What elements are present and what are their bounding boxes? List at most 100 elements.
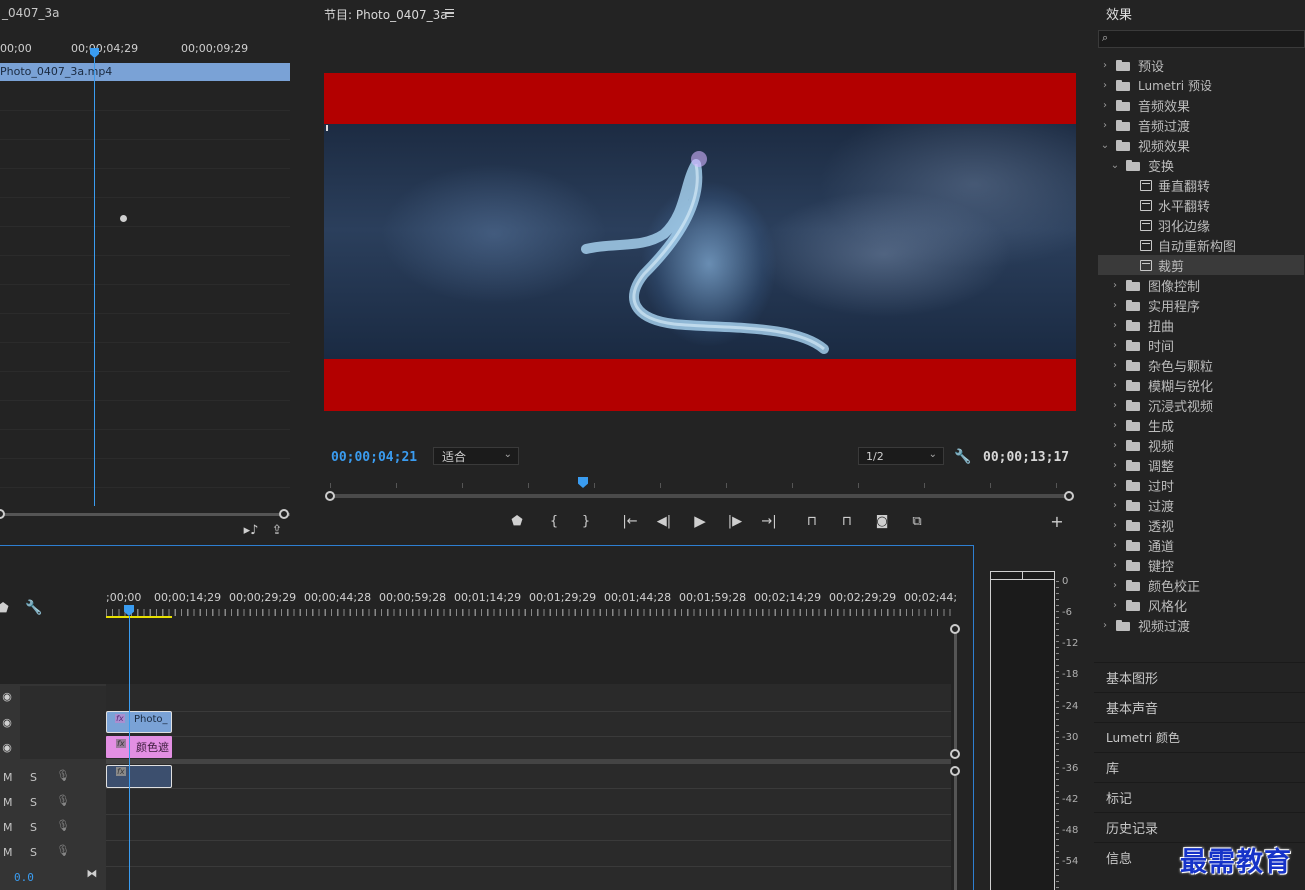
camera-icon[interactable]: ◙ — [873, 512, 891, 530]
tab-libraries[interactable]: 库 — [1094, 752, 1305, 782]
effects-tree-item[interactable]: ⌄ 变换 — [1098, 155, 1304, 175]
chevron-down-icon[interactable]: ⌄ — [1108, 160, 1122, 171]
effects-tree-item-selected[interactable]: 裁剪 — [1098, 255, 1304, 275]
tab-lumetri-color[interactable]: Lumetri 颜色 — [1094, 722, 1305, 752]
chevron-right-icon[interactable]: › — [1108, 400, 1122, 411]
effects-search-input[interactable]: ⌕ — [1098, 30, 1305, 48]
effects-tree-item[interactable]: › 时间 — [1098, 335, 1304, 355]
effects-tree-item[interactable]: › 实用程序 — [1098, 295, 1304, 315]
solo-button[interactable]: S — [30, 821, 37, 834]
effects-tree-item[interactable]: › 预设 — [1098, 55, 1304, 75]
source-ruler[interactable]: 00;00 00;00;04;29 00;00;09;29 — [0, 40, 290, 60]
chevron-down-icon[interactable]: ⌄ — [1098, 140, 1112, 151]
effects-tree-item[interactable]: › 音频过渡 — [1098, 115, 1304, 135]
tab-essential-graphics[interactable]: 基本图形 — [1094, 662, 1305, 692]
video-track-v2[interactable] — [106, 736, 951, 760]
chevron-right-icon[interactable]: › — [1098, 80, 1112, 91]
tab-essential-sound[interactable]: 基本声音 — [1094, 692, 1305, 722]
effects-tree-item[interactable]: › 过时 — [1098, 475, 1304, 495]
toggle-track-output-eye-icon[interactable]: ◉ — [0, 689, 14, 703]
effects-tree-item[interactable]: › 颜色校正 — [1098, 575, 1304, 595]
effects-tree-item[interactable]: › 视频过渡 — [1098, 615, 1304, 635]
effects-tree-item[interactable]: 自动重新构图 — [1098, 235, 1304, 255]
mute-button[interactable]: M — [3, 796, 13, 809]
go-to-out-icon[interactable]: →| — [759, 512, 779, 530]
timeline-vscroll-track[interactable] — [954, 776, 957, 890]
chevron-right-icon[interactable]: › — [1108, 500, 1122, 511]
effects-tree-item[interactable]: 羽化边缘 — [1098, 215, 1304, 235]
compare-view-icon[interactable]: ⧉ — [907, 512, 927, 530]
microphone-icon[interactable]: 🎙 — [56, 819, 70, 832]
export-icon[interactable]: ⇪ — [268, 522, 286, 538]
go-to-end-icon[interactable]: ⧓ — [84, 866, 100, 880]
fit-dropdown[interactable]: 适合 ⌄ — [433, 447, 519, 465]
work-area-bar[interactable] — [106, 616, 172, 618]
chevron-right-icon[interactable]: › — [1108, 600, 1122, 611]
chevron-right-icon[interactable]: › — [1108, 460, 1122, 471]
chevron-right-icon[interactable]: › — [1108, 580, 1122, 591]
mute-button[interactable]: M — [3, 821, 13, 834]
chevron-right-icon[interactable]: › — [1098, 620, 1112, 631]
mute-button[interactable]: M — [3, 771, 13, 784]
microphone-icon[interactable]: 🎙 — [56, 794, 70, 807]
play-icon[interactable]: ▶ — [690, 511, 710, 531]
toggle-track-output-eye-icon[interactable]: ◉ — [0, 715, 14, 729]
timeline-vscroll-handle[interactable] — [950, 624, 960, 634]
chevron-right-icon[interactable]: › — [1108, 360, 1122, 371]
chevron-right-icon[interactable]: › — [1108, 520, 1122, 531]
chevron-right-icon[interactable]: › — [1108, 380, 1122, 391]
program-timecode-current[interactable]: 00;00;04;21 — [331, 450, 417, 465]
program-scrub-ruler[interactable] — [330, 478, 1070, 488]
tab-markers[interactable]: 标记 — [1094, 782, 1305, 812]
lift-icon[interactable]: ⊓ — [802, 512, 822, 530]
timeline-settings-wrench-icon[interactable]: 🔧 — [25, 600, 43, 616]
solo-button[interactable]: S — [30, 771, 37, 784]
video-track-v3[interactable] — [106, 711, 951, 735]
timeline-ruler[interactable]: ;00;00 00;00;14;29 00;00;29;29 00;00;44;… — [106, 589, 957, 617]
source-clip-bar[interactable]: Photo_0407_3a.mp4 — [0, 63, 290, 81]
effects-tree-item[interactable]: › 调整 — [1098, 455, 1304, 475]
chevron-right-icon[interactable]: › — [1108, 440, 1122, 451]
effects-tree-item[interactable]: › 视频 — [1098, 435, 1304, 455]
chevron-right-icon[interactable]: › — [1108, 340, 1122, 351]
timeline-vscroll-handle[interactable] — [950, 749, 960, 759]
chevron-right-icon[interactable]: › — [1108, 480, 1122, 491]
add-marker-icon[interactable]: ⬟ — [508, 512, 526, 530]
chevron-right-icon[interactable]: › — [1108, 540, 1122, 551]
effects-tree-item[interactable]: › Lumetri 预设 — [1098, 75, 1304, 95]
audio-track-a3[interactable] — [106, 816, 951, 841]
effects-tree-item[interactable]: › 过渡 — [1098, 495, 1304, 515]
effects-tree-item[interactable]: › 透视 — [1098, 515, 1304, 535]
clip-photo[interactable]: fx Photo_ — [106, 711, 172, 733]
chevron-right-icon[interactable]: › — [1108, 560, 1122, 571]
step-back-icon[interactable]: ◀| — [655, 512, 673, 530]
mark-out-icon[interactable]: } — [577, 512, 595, 530]
microphone-icon[interactable]: 🎙 — [56, 769, 70, 782]
microphone-icon[interactable]: 🎙 — [56, 844, 70, 857]
effects-tree-item[interactable]: › 沉浸式视频 — [1098, 395, 1304, 415]
video-canvas[interactable] — [324, 73, 1076, 411]
solo-button[interactable]: S — [30, 796, 37, 809]
mute-button[interactable]: M — [3, 846, 13, 859]
source-zoom-scrollbar[interactable] — [0, 513, 290, 516]
wrench-icon[interactable]: 🔧 — [954, 448, 972, 466]
audio-track-a1[interactable] — [106, 764, 951, 789]
add-button-icon[interactable]: + — [1048, 512, 1066, 531]
chevron-right-icon[interactable]: › — [1108, 300, 1122, 311]
effects-tree-item[interactable]: 水平翻转 — [1098, 195, 1304, 215]
effects-tree-item[interactable]: › 模糊与锐化 — [1098, 375, 1304, 395]
source-scroll-handle-right[interactable] — [279, 509, 289, 519]
extract-icon[interactable]: ⊓ — [837, 512, 857, 530]
effects-tree-item[interactable]: › 扭曲 — [1098, 315, 1304, 335]
master-volume-value[interactable]: 0.0 — [14, 871, 34, 884]
effects-tree-item[interactable]: ⌄ 视频效果 — [1098, 135, 1304, 155]
clip-color-matte[interactable]: fx 颜色遮 — [106, 736, 172, 758]
program-scroll-handle-right[interactable] — [1064, 491, 1074, 501]
insert-audio-icon[interactable]: ▸♪ — [242, 522, 260, 538]
effects-tree-item[interactable]: › 生成 — [1098, 415, 1304, 435]
chevron-right-icon[interactable]: › — [1098, 120, 1112, 131]
hamburger-icon[interactable] — [445, 9, 454, 17]
chevron-right-icon[interactable]: › — [1108, 420, 1122, 431]
program-scroll-handle-left[interactable] — [325, 491, 335, 501]
source-scroll-handle-left[interactable] — [0, 509, 5, 519]
